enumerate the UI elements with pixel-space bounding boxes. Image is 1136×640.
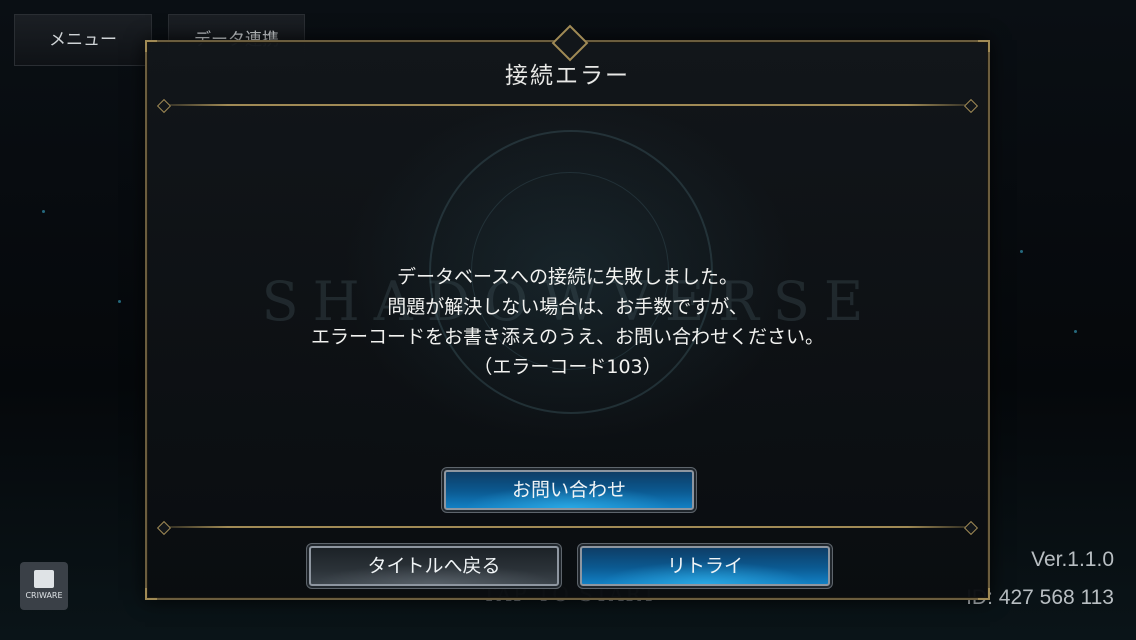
- criware-cube-icon: [34, 570, 54, 588]
- message-line: エラーコードをお書き添えのうえ、お問い合わせください。: [310, 326, 824, 348]
- message-line: データベースへの接続に失敗しました。: [396, 266, 739, 288]
- dialog-title: 接続エラー: [505, 63, 630, 89]
- back-to-title-button[interactable]: タイトルへ戻る: [309, 546, 559, 586]
- criware-label: CRIWARE: [25, 591, 63, 600]
- corner-ornament-icon: [978, 588, 990, 600]
- menu-button[interactable]: メニュー: [14, 14, 152, 66]
- corner-ornament-icon: [145, 588, 157, 600]
- error-message: データベースへの接続に失敗しました。 問題が解決しない場合は、お手数ですが、 エ…: [147, 262, 988, 382]
- retry-button-label: リトライ: [666, 555, 743, 577]
- retry-button[interactable]: リトライ: [580, 546, 830, 586]
- version-label: Ver.1.1.0: [1031, 548, 1114, 571]
- corner-ornament-icon: [978, 40, 990, 52]
- title-divider: [163, 104, 972, 106]
- contact-button-label: お問い合わせ: [511, 479, 626, 501]
- button-divider: [163, 526, 972, 528]
- error-code: （エラーコード103）: [473, 356, 662, 378]
- menu-button-label: メニュー: [49, 30, 117, 50]
- back-to-title-button-label: タイトルへ戻る: [367, 555, 501, 577]
- connection-error-dialog: 接続エラー SHADOWVERSE データベースへの接続に失敗しました。 問題が…: [145, 24, 990, 600]
- corner-ornament-icon: [145, 40, 157, 52]
- contact-button[interactable]: お問い合わせ: [444, 470, 694, 510]
- criware-logo: CRIWARE: [20, 562, 68, 610]
- message-line: 問題が解決しない場合は、お手数ですが、: [387, 296, 748, 318]
